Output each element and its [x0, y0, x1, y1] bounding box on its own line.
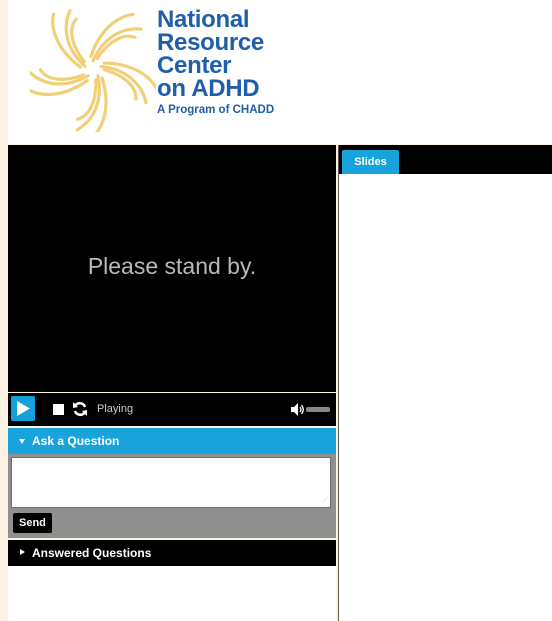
logo-line-2: Resource [157, 29, 264, 56]
answered-questions-header[interactable]: Answered Questions [8, 540, 336, 566]
ask-question-header[interactable]: Ask a Question [8, 428, 336, 454]
answered-questions-area [8, 566, 336, 621]
volume-slider[interactable] [306, 407, 330, 412]
send-button[interactable]: Send [13, 513, 52, 533]
slides-tab-bar: Slides [339, 145, 552, 174]
chadd-logo-mark [30, 9, 156, 132]
slides-panel: Slides [338, 145, 552, 621]
logo-line-3: Center [157, 52, 232, 79]
question-input[interactable] [11, 457, 331, 508]
logo-tagline: A Program of CHADD [157, 104, 275, 116]
standby-message: Please stand by. [87, 253, 257, 279]
tab-slides[interactable]: Slides [342, 150, 399, 174]
caret-right-icon [20, 549, 25, 555]
volume-icon[interactable] [291, 403, 305, 416]
caret-down-icon [19, 439, 25, 444]
logo-text: National Resource Center on ADHD A Progr… [157, 8, 274, 117]
logo-line-1: National [157, 6, 250, 33]
stop-button[interactable] [53, 404, 64, 415]
refresh-icon[interactable] [72, 401, 88, 417]
answered-questions-label: Answered Questions [32, 546, 152, 560]
play-button[interactable] [11, 396, 35, 421]
play-icon [17, 401, 30, 416]
resize-grip-icon[interactable]: ⋰ [322, 497, 329, 504]
ask-question-panel: ⋰ Send [8, 454, 336, 538]
ask-question-label: Ask a Question [32, 434, 120, 448]
header: National Resource Center on ADHD A Progr… [8, 0, 552, 144]
video-player[interactable]: Please stand by. [8, 145, 336, 392]
playback-status: Playing [97, 403, 134, 415]
player-controls: Playing [8, 393, 336, 426]
logo-line-4: on ADHD [157, 75, 260, 102]
